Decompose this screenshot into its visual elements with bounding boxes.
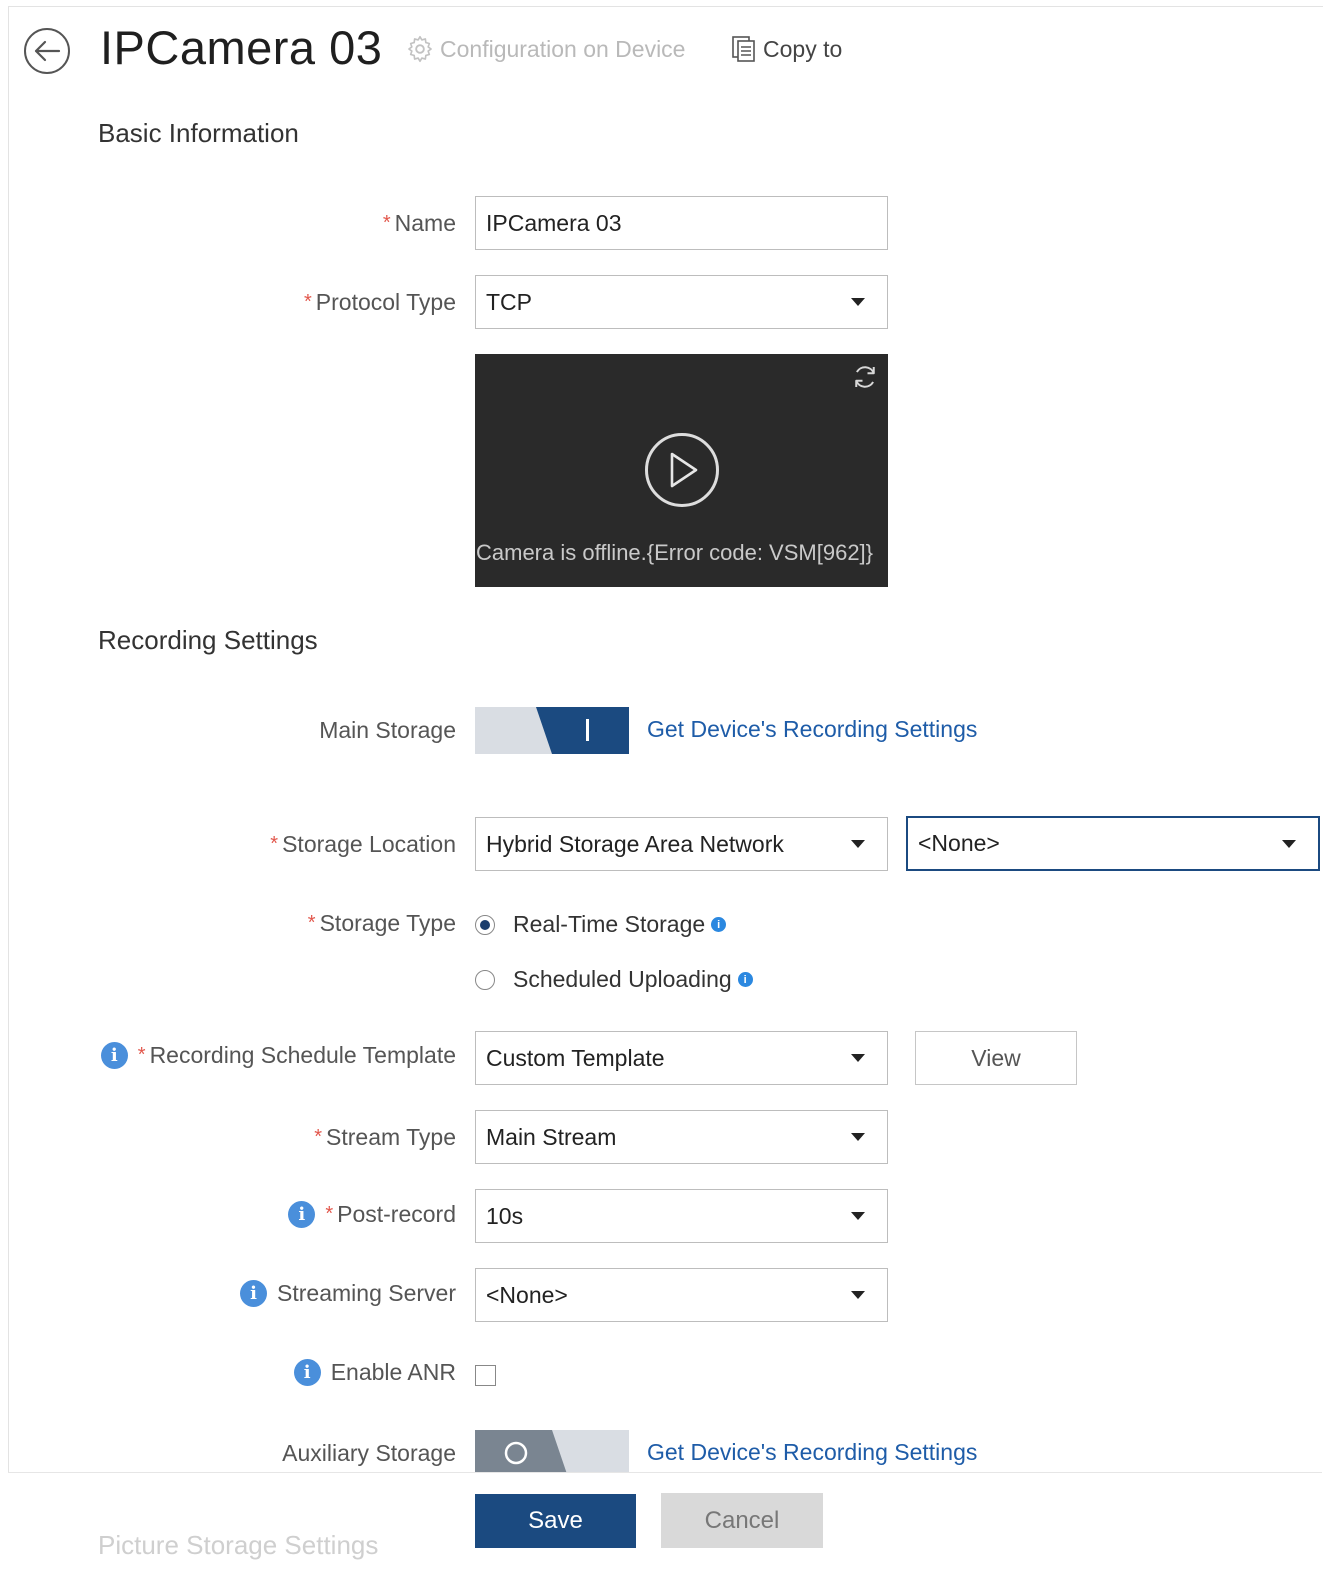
page-title: IPCamera 03 <box>100 21 383 74</box>
chevron-down-icon <box>851 1291 865 1299</box>
info-icon[interactable]: i <box>737 972 753 987</box>
view-template-button[interactable]: View <box>915 1031 1077 1085</box>
radio-unselected[interactable] <box>475 969 495 990</box>
play-button[interactable] <box>645 433 719 507</box>
storage-location-sub-value: <None> <box>918 830 1000 856</box>
realtime-option-text: Real-Time Storage <box>513 911 706 937</box>
info-icon[interactable]: i <box>711 917 727 932</box>
post-record-value: 10s <box>486 1202 524 1229</box>
stream-type-value: Main Stream <box>486 1123 617 1150</box>
chevron-down-icon <box>851 1133 865 1141</box>
refresh-button[interactable] <box>848 362 882 392</box>
streaming-server-label: i Streaming Server <box>240 1280 456 1307</box>
main-storage-toggle[interactable] <box>475 707 629 754</box>
auxiliary-get-recording-settings-link[interactable]: Get Device's Recording Settings <box>647 1439 977 1466</box>
info-icon[interactable]: i <box>100 1042 128 1069</box>
storage-type-option-scheduled[interactable]: Scheduled Uploading i <box>475 966 753 993</box>
configuration-on-device-link[interactable]: Configuration on Device <box>406 35 685 63</box>
chevron-down-icon <box>1282 839 1296 848</box>
schedule-template-value: Custom Template <box>486 1044 665 1071</box>
required-marker: * <box>137 1044 146 1066</box>
recording-schedule-template-label: i * Recording Schedule Template <box>100 1042 456 1069</box>
copy-to-label: Copy to <box>763 35 843 62</box>
name-input-value: IPCamera 03 <box>486 209 622 236</box>
chevron-down-icon <box>851 298 865 306</box>
schedule-label-text: Recording Schedule Template <box>149 1042 456 1068</box>
streaming-server-select[interactable]: <None> <box>475 1268 888 1322</box>
protocol-type-label-text: Protocol Type <box>315 289 456 315</box>
name-label-text: Name <box>394 210 456 236</box>
name-input[interactable]: IPCamera 03 <box>475 196 888 250</box>
recording-settings-title: Recording Settings <box>98 625 318 655</box>
protocol-type-label: * Protocol Type <box>304 289 456 316</box>
chevron-down-icon <box>851 1054 865 1062</box>
cancel-button[interactable]: Cancel <box>661 1493 823 1548</box>
stream-type-label: * Stream Type <box>314 1124 456 1151</box>
play-icon <box>670 452 698 488</box>
main-storage-label-text: Main Storage <box>319 717 456 743</box>
post-record-label-text: Post-record <box>337 1201 456 1227</box>
protocol-type-value: TCP <box>486 288 532 315</box>
arrow-left-icon <box>34 40 61 62</box>
stream-type-select[interactable]: Main Stream <box>475 1110 888 1164</box>
back-button[interactable] <box>24 28 70 74</box>
storage-type-label-text: Storage Type <box>319 910 456 936</box>
post-record-select[interactable]: 10s <box>475 1189 888 1243</box>
name-label: * Name <box>383 210 456 237</box>
configuration-on-device-label: Configuration on Device <box>440 35 686 62</box>
required-marker: * <box>303 291 312 313</box>
streaming-server-label-text: Streaming Server <box>277 1280 456 1306</box>
cancel-button-label: Cancel <box>704 1506 780 1534</box>
toggle-off-graphic <box>475 1430 629 1477</box>
storage-location-sub-select[interactable]: <None> <box>906 816 1320 871</box>
auxiliary-storage-label: Auxiliary Storage <box>282 1440 456 1467</box>
required-marker: * <box>314 1126 323 1148</box>
radio-selected[interactable] <box>475 914 495 935</box>
copy-document-icon <box>732 36 755 62</box>
gear-icon <box>408 35 432 63</box>
refresh-icon <box>855 366 875 388</box>
chevron-down-icon <box>851 840 865 848</box>
post-record-label: i * Post-record <box>288 1201 456 1228</box>
scheduled-option-text: Scheduled Uploading <box>513 966 732 992</box>
auxiliary-storage-label-text: Auxiliary Storage <box>282 1440 456 1466</box>
save-button[interactable]: Save <box>475 1494 636 1548</box>
stream-type-label-text: Stream Type <box>326 1124 456 1150</box>
storage-type-option-realtime[interactable]: Real-Time Storage i <box>475 911 727 938</box>
copy-to-link[interactable]: Copy to <box>731 35 842 63</box>
required-marker: * <box>307 912 316 934</box>
get-device-recording-settings-link[interactable]: Get Device's Recording Settings <box>647 716 977 743</box>
info-icon[interactable]: i <box>240 1280 268 1307</box>
info-icon[interactable]: i <box>288 1201 316 1228</box>
storage-location-label-text: Storage Location <box>282 831 456 857</box>
required-marker: * <box>382 212 391 234</box>
required-marker: * <box>325 1203 334 1225</box>
storage-location-label: * Storage Location <box>270 831 456 858</box>
enable-anr-label: i Enable ANR <box>293 1359 456 1386</box>
required-marker: * <box>270 833 279 855</box>
storage-location-value: Hybrid Storage Area Network <box>486 830 784 857</box>
enable-anr-checkbox[interactable] <box>475 1365 496 1386</box>
picture-storage-settings-title: Picture Storage Settings <box>98 1530 379 1560</box>
info-icon[interactable]: i <box>293 1359 321 1386</box>
protocol-type-select[interactable]: TCP <box>475 275 888 329</box>
enable-anr-label-text: Enable ANR <box>330 1359 456 1385</box>
main-storage-label: Main Storage <box>319 717 456 744</box>
save-button-label: Save <box>528 1507 583 1534</box>
storage-type-label: * Storage Type <box>308 910 456 937</box>
streaming-server-value: <None> <box>486 1281 568 1308</box>
toggle-on-graphic <box>475 707 629 754</box>
scheduled-option-label: Scheduled Uploading i <box>513 966 753 993</box>
storage-location-select[interactable]: Hybrid Storage Area Network <box>475 817 888 871</box>
camera-offline-message: Camera is offline.{Error code: VSM[962]} <box>476 540 874 565</box>
basic-information-title: Basic Information <box>98 118 299 148</box>
realtime-option-label: Real-Time Storage i <box>513 911 727 938</box>
recording-schedule-template-select[interactable]: Custom Template <box>475 1031 888 1085</box>
chevron-down-icon <box>851 1212 865 1220</box>
view-button-label: View <box>971 1044 1021 1071</box>
auxiliary-storage-toggle[interactable] <box>475 1430 629 1477</box>
